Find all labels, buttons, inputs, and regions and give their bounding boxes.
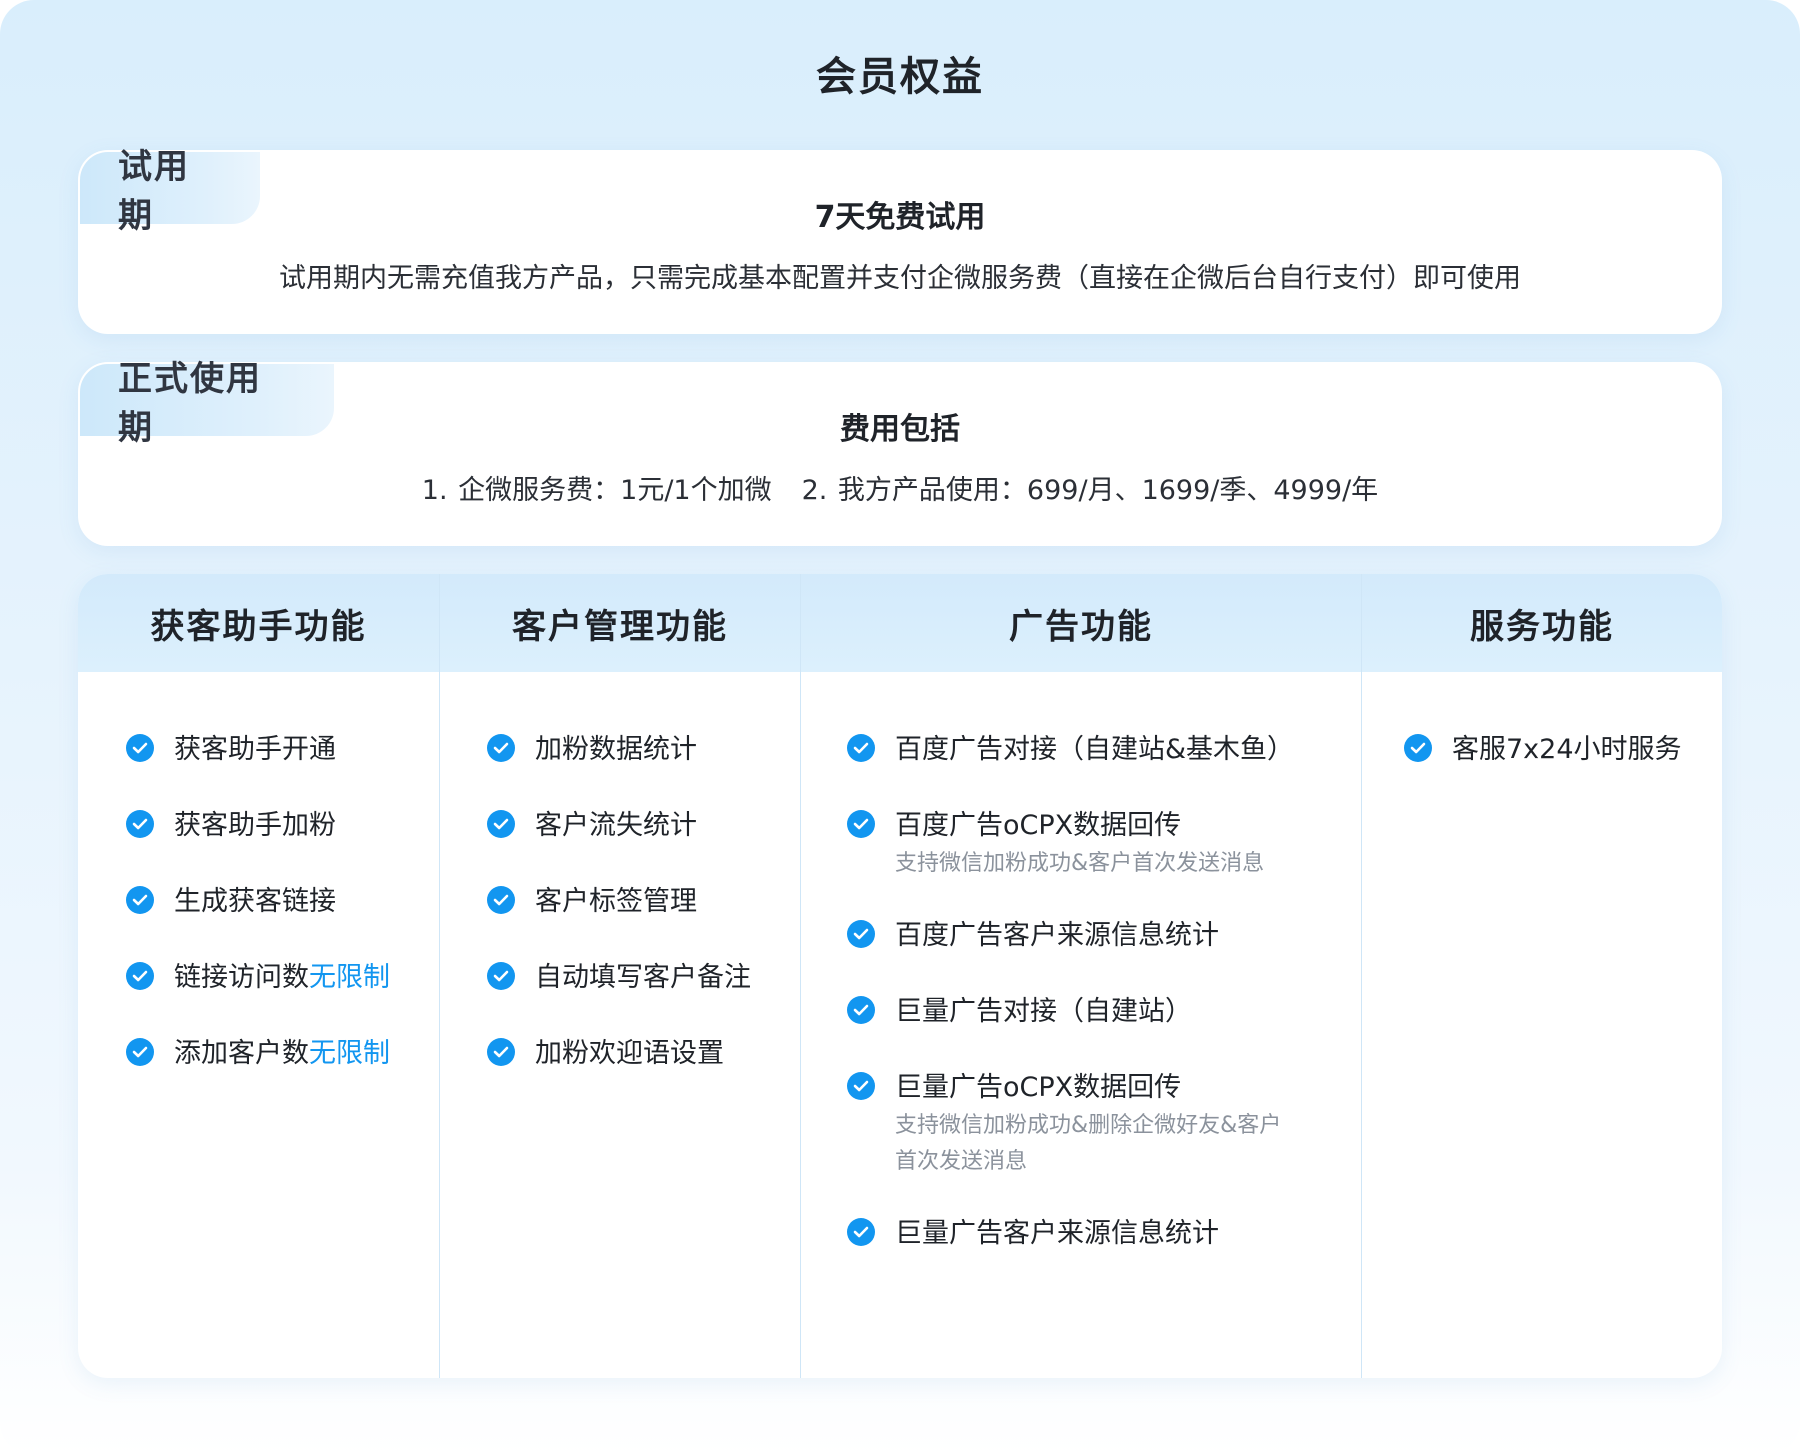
feature-label: 自动填写客户备注 [535, 962, 751, 993]
trial-description: 试用期内无需充值我方产品，只需完成基本配置并支付企微服务费（直接在企微后台自行支… [279, 263, 1521, 294]
feature-item: 客服7x24小时服务 [1404, 732, 1722, 768]
fee-description: 1. 企微服务费：1元/1个加微 2. 我方产品使用：699/月、1699/季、4… [78, 468, 1722, 507]
unlimited-highlight: 无限制 [309, 962, 390, 993]
page-title: 会员权益 [816, 54, 984, 100]
fee-item-product: 2. 我方产品使用：699/月、1699/季、4999/年 [801, 475, 1379, 506]
feature-column-advertising: 广告功能 百度广告对接（自建站&基木鱼） 百度广告oCPX数据回传 支持微信加粉… [801, 574, 1362, 1378]
check-circle-icon [126, 734, 154, 762]
check-circle-icon [847, 810, 875, 838]
check-circle-icon [847, 996, 875, 1024]
check-circle-icon [487, 734, 515, 762]
check-circle-icon [487, 962, 515, 990]
feature-label: 加粉数据统计 [535, 734, 697, 765]
features-table: 获客助手功能 获客助手开通 获客助手加粉 生成获客链接 链接访问数无限制 添加客… [78, 574, 1722, 1378]
column-header: 广告功能 [801, 574, 1361, 672]
feature-label: 加粉欢迎语设置 [535, 1038, 724, 1069]
feature-subtext: 首次发送消息 [895, 1149, 1028, 1174]
feature-item: 客户流失统计 [487, 808, 800, 844]
check-circle-icon [126, 1038, 154, 1066]
feature-item: 百度广告客户来源信息统计 [847, 918, 1361, 954]
feature-label: 巨量广告客户来源信息统计 [895, 1218, 1219, 1249]
check-circle-icon [847, 1072, 875, 1100]
feature-label: 获客助手加粉 [174, 810, 336, 841]
feature-item: 加粉欢迎语设置 [487, 1036, 800, 1072]
feature-subtext: 支持微信加粉成功&删除企微好友&客户 [895, 1113, 1282, 1138]
feature-label: 链接访问数无限制 [174, 962, 390, 993]
check-circle-icon [126, 886, 154, 914]
trial-period-card: 试用期 7天免费试用 试用期内无需充值我方产品，只需完成基本配置并支付企微服务费… [78, 147, 1722, 334]
check-circle-icon [126, 810, 154, 838]
feature-item: 生成获客链接 [126, 884, 439, 920]
feature-label: 客户标签管理 [535, 886, 697, 917]
feature-column-acquisition: 获客助手功能 获客助手开通 获客助手加粉 生成获客链接 链接访问数无限制 添加客… [78, 574, 440, 1378]
check-circle-icon [487, 810, 515, 838]
check-circle-icon [126, 962, 154, 990]
feature-item: 百度广告对接（自建站&基木鱼） [847, 732, 1361, 768]
feature-item: 链接访问数无限制 [126, 960, 439, 996]
fee-item-service: 1. 企微服务费：1元/1个加微 [421, 475, 772, 506]
feature-label: 百度广告对接（自建站&基木鱼） [895, 734, 1295, 765]
check-circle-icon [847, 734, 875, 762]
trial-heading: 7天免费试用 [814, 200, 986, 235]
feature-label: 添加客户数无限制 [174, 1038, 390, 1069]
check-circle-icon [847, 920, 875, 948]
feature-item: 获客助手加粉 [126, 808, 439, 844]
feature-item: 添加客户数无限制 [126, 1036, 439, 1072]
feature-label: 百度广告客户来源信息统计 [895, 920, 1219, 951]
feature-label: 客户流失统计 [535, 810, 697, 841]
feature-label: 巨量广告对接（自建站） [895, 996, 1192, 1027]
formal-period-card: 正式使用期 费用包括 1. 企微服务费：1元/1个加微 2. 我方产品使用：699… [78, 359, 1722, 546]
member-benefits-page: 会员权益 试用期 7天免费试用 试用期内无需充值我方产品，只需完成基本配置并支付… [0, 0, 1800, 1456]
check-circle-icon [487, 1038, 515, 1066]
feature-label: 生成获客链接 [174, 886, 336, 917]
feature-item: 获客助手开通 [126, 732, 439, 768]
check-circle-icon [1404, 734, 1432, 762]
feature-column-customer-management: 客户管理功能 加粉数据统计 客户流失统计 客户标签管理 自动填写客户备注 加粉欢… [440, 574, 801, 1378]
feature-column-service: 服务功能 客服7x24小时服务 [1362, 574, 1722, 1378]
check-circle-icon [487, 886, 515, 914]
feature-label: 客服7x24小时服务 [1452, 734, 1682, 765]
column-header: 客户管理功能 [440, 574, 800, 672]
unlimited-highlight: 无限制 [309, 1038, 390, 1069]
feature-label: 巨量广告oCPX数据回传 支持微信加粉成功&删除企微好友&客户 首次发送消息 [895, 1070, 1281, 1182]
feature-label: 百度广告oCPX数据回传 支持微信加粉成功&客户首次发送消息 [895, 808, 1264, 884]
check-circle-icon [847, 1218, 875, 1246]
feature-item: 巨量广告客户来源信息统计 [847, 1216, 1361, 1252]
column-header: 获客助手功能 [78, 574, 439, 672]
feature-item: 巨量广告oCPX数据回传 支持微信加粉成功&删除企微好友&客户 首次发送消息 [847, 1070, 1361, 1182]
feature-label: 获客助手开通 [174, 734, 336, 765]
feature-item: 客户标签管理 [487, 884, 800, 920]
feature-item: 自动填写客户备注 [487, 960, 800, 996]
feature-subtext: 支持微信加粉成功&客户首次发送消息 [895, 851, 1265, 876]
column-header: 服务功能 [1362, 574, 1722, 672]
feature-item: 百度广告oCPX数据回传 支持微信加粉成功&客户首次发送消息 [847, 808, 1361, 884]
fee-heading: 费用包括 [840, 412, 960, 447]
feature-item: 巨量广告对接（自建站） [847, 994, 1361, 1030]
feature-item: 加粉数据统计 [487, 732, 800, 768]
